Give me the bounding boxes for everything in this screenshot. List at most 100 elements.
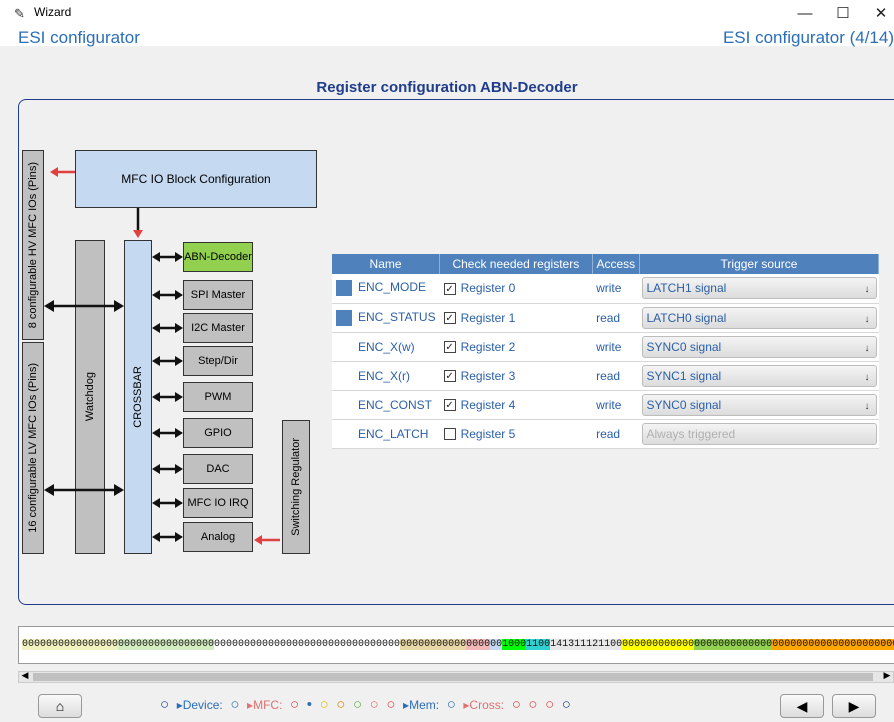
diagram-arrows [44,167,280,545]
bit-segment: 0000 [466,639,491,650]
mfc-label: ▸MFC: [247,698,283,712]
table-row[interactable]: ENC_STATUS ✓ Register 1 read LATCH0 signal ↓ [332,303,879,333]
scroll-right-icon[interactable]: ▶ [881,670,893,681]
page-dot[interactable]: ○ [512,696,521,713]
trigger-source-select[interactable]: SYNC0 signal ↓ [641,335,877,359]
bit-segment: 0000000000000 [694,639,773,650]
register-label: Register 5 [460,426,516,441]
register-label: Register 0 [460,281,516,296]
register-checkbox[interactable]: ✓ [443,312,456,325]
trigger-source-select[interactable]: SYNC0 signal ↓ [641,393,877,417]
trigger-cell: SYNC0 signal ↓ [639,332,879,362]
bottom-bar: ⌂ ○ ▸Device: ○ ▸MFC: ○ • ○ ○ ○ ○ ○ ▸Mem:… [0,694,894,722]
register-label: Register 4 [460,397,516,412]
table-row[interactable]: ENC_X(w) ✓ Register 2 write SYNC0 signal ↓ [332,332,879,362]
register-name-cell: ENC_CONST [332,390,440,420]
register-name-cell: ENC_STATUS [332,303,440,333]
access-cell: read [592,303,640,333]
register-checkbox[interactable]: ✓ [443,370,456,383]
access-cell: write [592,274,640,304]
trigger-source-value: LATCH1 signal [646,281,727,296]
dropdown-arrow-icon[interactable]: ↓ [865,397,870,417]
dropdown-arrow-icon[interactable]: ↓ [865,368,870,388]
scroll-thumb[interactable] [33,673,873,681]
bit-segment: 1000 [502,639,527,650]
close-button[interactable]: ✕ [866,2,894,26]
bitstring-panel: 0000000000000000000000000000000000000000… [18,626,894,664]
page-dot[interactable]: ○ [160,696,169,713]
back-button[interactable]: ◀ [780,694,824,718]
register-check-cell: ✓ Register 1 [439,303,593,333]
page-dot-current[interactable]: • [307,696,312,713]
trigger-cell: LATCH1 signal ↓ [639,274,879,304]
bit-segment: 000000000000 [622,639,695,650]
dropdown-arrow-icon[interactable]: ↓ [865,310,870,330]
table-row[interactable]: ENC_X(r) ✓ Register 3 read SYNC1 signal ↓ [332,361,879,391]
register-checkbox[interactable]: ✓ [443,399,456,412]
next-button[interactable]: ▶ [832,694,876,718]
page-dot[interactable]: ○ [353,696,362,713]
maximize-button[interactable]: ☐ [828,2,858,26]
bit-segment: 141311121100 [550,639,623,650]
page-dot[interactable]: ○ [230,696,239,713]
dropdown-arrow-icon[interactable]: ↓ [865,280,870,300]
register-checkbox[interactable]: ✓ [443,283,456,296]
register-name: ENC_X(w) [358,339,415,354]
mem-label: ▸Mem: [403,698,440,712]
register-check-cell: ✓ Register 2 [439,332,593,362]
register-name-cell: ENC_X(w) [332,332,440,362]
table-row[interactable]: ENC_CONST ✓ Register 4 write SYNC0 signal ↓ [332,390,879,420]
page-dot[interactable]: ○ [386,696,395,713]
table-row[interactable]: ENC_MODE ✓ Register 0 write LATCH1 signal ↓ [332,274,879,304]
trigger-source-select: Always triggered [641,422,877,445]
register-checkbox[interactable] [443,428,456,441]
register-checkbox[interactable]: ✓ [443,341,456,354]
register-name-cell: ENC_MODE [332,274,440,304]
page-dot[interactable]: ○ [370,696,379,713]
trigger-source-value: LATCH0 signal [646,310,727,325]
bit-segment: 1100 [526,639,551,650]
scroll-left-icon[interactable]: ◀ [19,670,31,681]
access-cell: write [592,332,640,362]
page-dot[interactable]: ○ [545,696,554,713]
next-icon: ▶ [848,698,860,714]
block-diagram: 8 configurable HV MFC IOs (Pins) 16 conf… [0,0,340,600]
selection-marker [336,280,352,297]
home-button[interactable]: ⌂ [38,694,82,718]
page-dot[interactable]: ○ [290,696,299,713]
trigger-cell: SYNC0 signal ↓ [639,390,879,420]
col-name: Name [332,254,441,274]
bit-segment: 00000000000 [400,639,467,650]
bitstring: 0000000000000000000000000000000000000000… [22,639,894,650]
trigger-source-select[interactable]: LATCH1 signal ↓ [641,277,877,300]
page-dot[interactable]: ○ [320,696,329,713]
dropdown-arrow-icon[interactable]: ↓ [865,339,870,359]
bit-segment: 000000000000000000000000000 [772,639,894,650]
trigger-source-select[interactable]: LATCH0 signal ↓ [641,306,877,330]
register-check-cell: ✓ Register 3 [439,361,593,391]
page-dot[interactable]: ○ [562,696,571,713]
bit-segment: 0000000000000000000000000000000 [214,639,401,650]
table-row[interactable]: ENC_LATCH Register 5 read Always triggered [332,419,879,449]
register-name: ENC_CONST [358,397,433,412]
register-table: Name Check needed registers Access Trigg… [332,254,879,449]
trigger-source-select[interactable]: SYNC1 signal ↓ [641,364,877,388]
register-name: ENC_X(r) [358,368,411,383]
register-check-cell: ✓ Register 4 [439,390,593,420]
access-cell: write [592,390,640,420]
horizontal-scrollbar[interactable]: ◀ ▶ [18,670,894,683]
page-dot[interactable]: ○ [336,696,345,713]
col-registers: Check needed registers [439,254,593,274]
trigger-source-value: Always triggered [646,426,736,441]
minimize-button[interactable]: — [790,2,820,26]
page-dot[interactable]: ○ [528,696,537,713]
register-check-cell: ✓ Register 0 [439,274,593,304]
register-check-cell: Register 5 [439,419,593,449]
trigger-source-value: SYNC0 signal [646,339,722,354]
selection-marker [336,309,352,326]
trigger-source-value: SYNC0 signal [646,397,722,412]
trigger-source-value: SYNC1 signal [646,368,722,383]
page-dot[interactable]: ○ [447,696,456,713]
back-icon: ◀ [796,698,808,714]
bit-segment: 00 [490,639,503,650]
